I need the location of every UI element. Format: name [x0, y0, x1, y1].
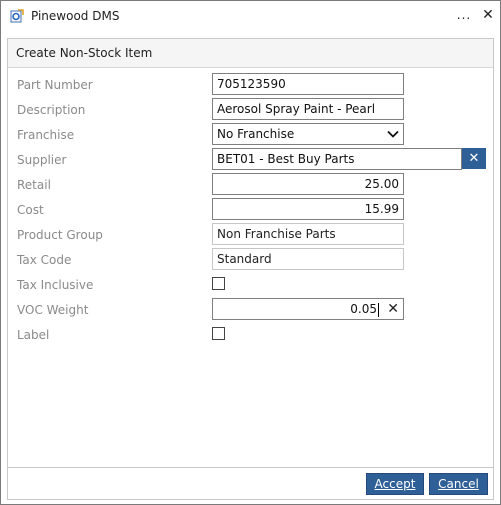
supplier-clear-button[interactable]: ✕ — [462, 148, 486, 169]
voc-weight-field[interactable]: 0.05 ✕ — [212, 298, 404, 320]
voc-weight-label: VOC Weight — [17, 303, 89, 317]
supplier-label: Supplier — [17, 153, 67, 167]
dialog-window: Pinewood DMS ... ✕ Create Non-Stock Item… — [0, 0, 501, 505]
accept-button[interactable]: Accept — [366, 473, 424, 495]
window-title: Pinewood DMS — [31, 9, 120, 23]
description-label: Description — [17, 103, 86, 117]
clear-icon: ✕ — [387, 301, 399, 317]
close-window-button[interactable]: ✕ — [477, 5, 499, 27]
panel-title: Create Non-Stock Item — [16, 46, 153, 60]
cancel-button[interactable]: Cancel — [429, 473, 488, 495]
part-number-label: Part Number — [17, 78, 93, 92]
create-item-panel: Create Non-Stock Item Part Number 705123… — [7, 38, 494, 500]
product-group-field[interactable]: Non Franchise Parts — [212, 223, 404, 245]
tax-inclusive-label: Tax Inclusive — [17, 278, 94, 292]
title-bar: Pinewood DMS ... ✕ — [1, 1, 500, 31]
chevron-down-icon — [386, 127, 400, 141]
app-logo-icon — [9, 8, 25, 24]
description-field[interactable]: Aerosol Spray Paint - Pearl — [212, 98, 404, 120]
franchise-selected-value: No Franchise — [217, 127, 295, 141]
franchise-label: Franchise — [17, 128, 75, 142]
cost-label: Cost — [17, 203, 44, 217]
clear-icon: ✕ — [468, 151, 480, 166]
voc-clear-button[interactable]: ✕ — [387, 299, 399, 319]
panel-header: Create Non-Stock Item — [8, 39, 493, 68]
more-options-button[interactable]: ... — [453, 5, 475, 27]
retail-label: Retail — [17, 178, 51, 192]
product-group-label: Product Group — [17, 228, 103, 242]
label-checkbox-label: Label — [17, 328, 50, 342]
cost-field[interactable]: 15.99 — [212, 198, 404, 220]
retail-field[interactable]: 25.00 — [212, 173, 404, 195]
footer-divider — [8, 467, 493, 468]
tax-code-label: Tax Code — [17, 253, 72, 267]
franchise-select[interactable]: No Franchise — [212, 123, 404, 145]
tax-inclusive-checkbox[interactable] — [212, 277, 225, 290]
text-cursor — [378, 302, 379, 317]
part-number-field[interactable]: 705123590 — [212, 73, 404, 95]
voc-weight-value: 0.05 — [350, 302, 377, 316]
supplier-field[interactable]: BET01 - Best Buy Parts — [212, 148, 462, 170]
tax-code-field[interactable]: Standard — [212, 248, 404, 270]
label-checkbox[interactable] — [212, 327, 225, 340]
